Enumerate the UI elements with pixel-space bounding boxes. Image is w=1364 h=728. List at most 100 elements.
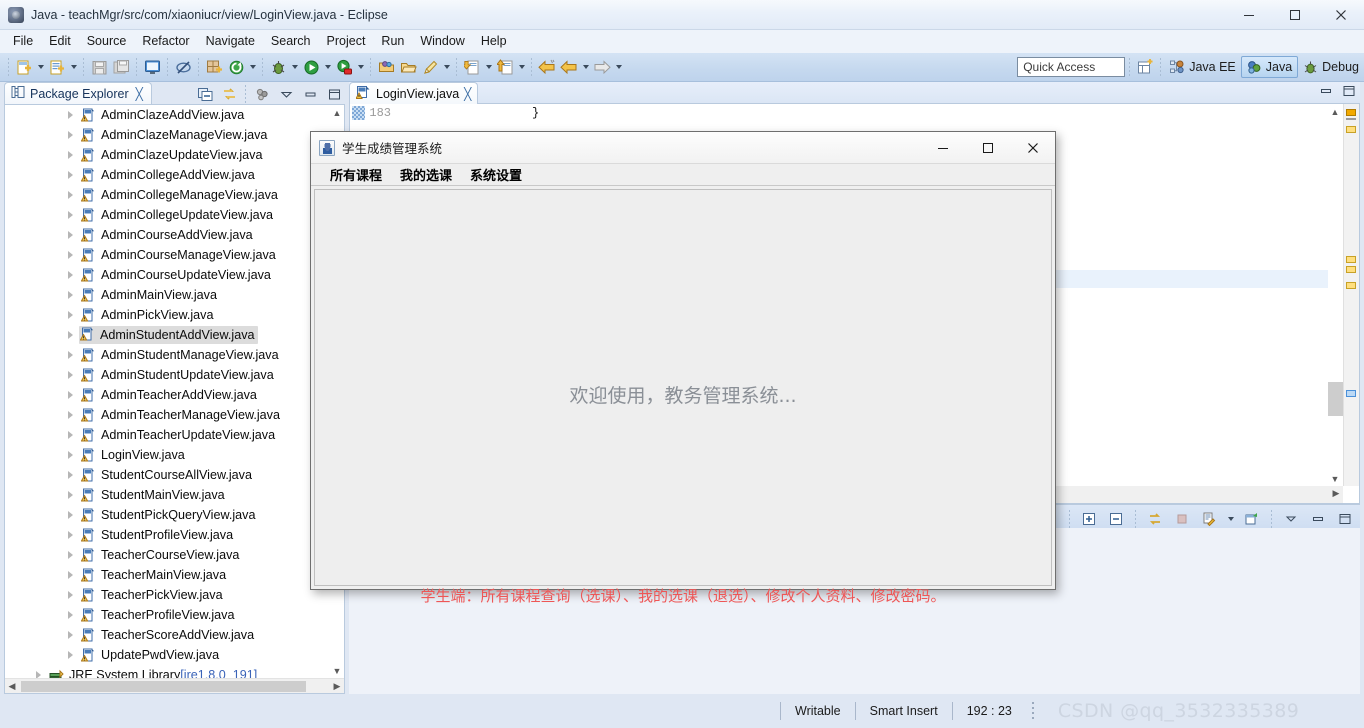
tree-item[interactable]: AdminCourseManageView.java (5, 245, 330, 265)
chevron-right-icon[interactable] (65, 409, 77, 421)
tree-item[interactable]: TeacherProfileView.java (5, 605, 330, 625)
tree-item-content[interactable]: AdminCourseUpdateView.java (80, 268, 271, 283)
scroll-up-arrow-icon[interactable]: ▲ (330, 105, 344, 120)
perspective-debug[interactable]: Debug (1298, 56, 1364, 78)
tree-item-content[interactable]: StudentMainView.java (80, 488, 225, 503)
tree-item[interactable]: AdminTeacherAddView.java (5, 385, 330, 405)
scroll-down-arrow-icon[interactable]: ▼ (330, 663, 344, 678)
chevron-right-icon[interactable] (33, 669, 45, 678)
scroll-right-arrow-icon[interactable]: ▶ (330, 679, 344, 694)
annotation-marker[interactable] (1346, 126, 1356, 133)
tree-item[interactable]: AdminPickView.java (5, 305, 330, 325)
tree-item-content[interactable]: StudentPickQueryView.java (80, 508, 255, 523)
maximize-editor-icon[interactable] (1342, 84, 1356, 103)
chevron-right-icon[interactable] (65, 149, 77, 161)
editor-scroll-right-icon[interactable]: ▶ (1329, 486, 1343, 501)
tree-item[interactable]: TeacherPickView.java (5, 585, 330, 605)
menu-source[interactable]: Source (79, 31, 135, 52)
tree-item[interactable]: AdminCollegeManageView.java (5, 185, 330, 205)
tree-item-content[interactable]: AdminClazeUpdateView.java (80, 148, 262, 163)
tree-item[interactable]: StudentPickQueryView.java (5, 505, 330, 525)
chevron-right-icon[interactable] (65, 269, 77, 281)
tree-item-jre[interactable]: JRE System Library [jre1.8.0_191] (5, 665, 330, 678)
new-wizard-icon[interactable] (13, 56, 35, 78)
chevron-right-icon[interactable] (65, 169, 77, 181)
editor-scroll-up-icon[interactable]: ▲ (1328, 104, 1342, 119)
chevron-right-icon[interactable] (65, 189, 77, 201)
new-console-icon[interactable] (1241, 508, 1263, 530)
tree-item-content[interactable]: TeacherCourseView.java (80, 548, 239, 563)
tree-item[interactable]: StudentProfileView.java (5, 525, 330, 545)
window-close-button[interactable] (1318, 0, 1364, 30)
close-tab-icon[interactable]: ╳ (464, 87, 471, 101)
menu-refactor[interactable]: Refactor (134, 31, 197, 52)
annotation-marker[interactable] (1346, 256, 1356, 263)
student-score-system-dialog[interactable]: 学生成绩管理系统 所有课程 我的选课 系统设置 欢迎使用，教务管理系统... 学… (310, 131, 1056, 605)
window-minimize-button[interactable] (1226, 0, 1272, 30)
chevron-right-icon[interactable] (65, 129, 77, 141)
tree-item-content[interactable]: AdminMainView.java (80, 288, 217, 303)
tree-item-content[interactable]: AdminTeacherManageView.java (80, 408, 280, 423)
package-explorer-tree[interactable]: AdminClazeAddView.java AdminClazeManageVi… (5, 105, 330, 678)
tree-item-content[interactable]: StudentCourseAllView.java (80, 468, 252, 483)
chevron-right-icon[interactable] (65, 249, 77, 261)
menu-edit[interactable]: Edit (41, 31, 79, 52)
debug-dropdown-icon[interactable] (289, 56, 300, 78)
back-dropdown-icon[interactable] (580, 56, 591, 78)
close-tab-icon[interactable]: ╳ (136, 87, 143, 101)
refresh-icon[interactable] (225, 56, 247, 78)
editor-vscrollbar[interactable]: ▲ ▼ (1328, 104, 1343, 486)
view-menu-icon[interactable] (275, 83, 297, 105)
save-icon[interactable] (88, 56, 110, 78)
tree-item-content[interactable]: StudentProfileView.java (80, 528, 233, 543)
annotation-marker[interactable] (1346, 266, 1356, 273)
scroll-left-arrow-icon[interactable]: ◀ (5, 679, 19, 694)
tree-item[interactable]: TeacherScoreAddView.java (5, 625, 330, 645)
new-wizard-dropdown-icon[interactable] (35, 56, 46, 78)
chevron-right-icon[interactable] (65, 609, 77, 621)
chevron-right-icon[interactable] (65, 589, 77, 601)
minimize-view-icon[interactable] (299, 83, 321, 105)
tree-item[interactable]: StudentCourseAllView.java (5, 465, 330, 485)
new-java-class-icon[interactable] (46, 56, 68, 78)
chevron-right-icon[interactable] (65, 289, 77, 301)
tree-item[interactable]: AdminMainView.java (5, 285, 330, 305)
tree-item-content[interactable]: TeacherProfileView.java (80, 608, 234, 623)
chevron-right-icon[interactable] (65, 549, 77, 561)
maximize-view-icon[interactable] (323, 83, 345, 105)
previous-annotation-dropdown-icon[interactable] (516, 56, 527, 78)
tree-item[interactable]: AdminStudentManageView.java (5, 345, 330, 365)
chevron-right-icon[interactable] (65, 429, 77, 441)
package-explorer-hscrollbar[interactable]: ◀ ▶ (5, 678, 344, 693)
quick-access-input[interactable]: Quick Access (1017, 57, 1126, 77)
previous-annotation-icon[interactable] (494, 56, 516, 78)
perspective-java-ee[interactable]: Java EE (1165, 56, 1241, 78)
menu-file[interactable]: File (5, 31, 41, 52)
tree-item-content[interactable]: UpdatePwdView.java (80, 648, 219, 663)
debug-icon[interactable] (267, 56, 289, 78)
tab-package-explorer[interactable]: Package Explorer ╳ (4, 82, 152, 104)
open-perspective-icon[interactable] (1134, 56, 1156, 78)
marker-icon[interactable] (419, 56, 441, 78)
tree-item[interactable]: AdminClazeManageView.java (5, 125, 330, 145)
dialog-close-button[interactable] (1010, 132, 1055, 163)
menu-window[interactable]: Window (412, 31, 472, 52)
tree-item[interactable]: LoginView.java (5, 445, 330, 465)
tree-item[interactable]: AdminCollegeUpdateView.java (5, 205, 330, 225)
collapse-all-icon[interactable] (1105, 508, 1127, 530)
tree-item-content[interactable]: AdminTeacherAddView.java (80, 388, 257, 403)
save-all-icon[interactable] (110, 56, 132, 78)
menu-search[interactable]: Search (263, 31, 319, 52)
collapse-all-icon[interactable] (194, 83, 216, 105)
tree-item-content[interactable]: AdminCollegeAddView.java (80, 168, 255, 183)
window-maximize-button[interactable] (1272, 0, 1318, 30)
chevron-right-icon[interactable] (65, 469, 77, 481)
annotation-marker[interactable] (1346, 390, 1356, 397)
back-history-icon[interactable] (536, 56, 558, 78)
menu-navigate[interactable]: Navigate (198, 31, 263, 52)
expand-all-icon[interactable] (1078, 508, 1100, 530)
chevron-right-icon[interactable] (65, 509, 77, 521)
chevron-right-icon[interactable] (65, 109, 77, 121)
chevron-right-icon[interactable] (65, 369, 77, 381)
tree-item-content[interactable]: LoginView.java (80, 448, 185, 463)
